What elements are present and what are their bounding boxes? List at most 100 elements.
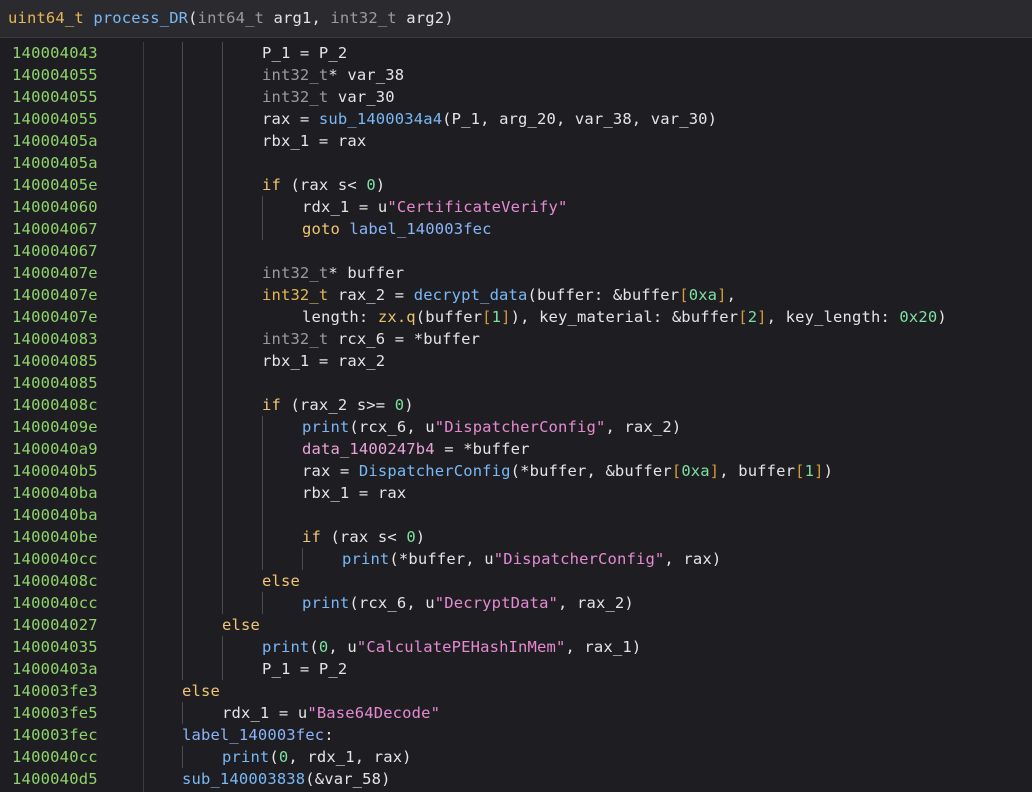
line-address[interactable]: 14000405a: [12, 130, 98, 152]
code-line[interactable]: 140004083 int32_t rcx_6 = *buffer: [0, 328, 1032, 350]
code-line[interactable]: 140003fe3 else: [0, 680, 1032, 702]
line-address[interactable]: 14000408c: [12, 570, 98, 592]
line-address[interactable]: 14000407e: [12, 262, 98, 284]
code-line[interactable]: 1400040ba rbx_1 = rax: [0, 482, 1032, 504]
code-text[interactable]: if (rax_2 s>= 0): [262, 394, 414, 416]
line-address[interactable]: 140003fe5: [12, 702, 98, 724]
code-text[interactable]: rbx_1 = rax_2: [262, 350, 385, 372]
code-line[interactable]: 1400040cc print(rcx_6, u"DecryptData", ra…: [0, 592, 1032, 614]
line-address[interactable]: 14000407e: [12, 284, 98, 306]
code-text[interactable]: int32_t* var_38: [262, 64, 404, 86]
code-line[interactable]: 1400040ba: [0, 504, 1032, 526]
code-line[interactable]: 140004027 else: [0, 614, 1032, 636]
line-address[interactable]: 140004043: [12, 42, 98, 64]
line-address[interactable]: 14000407e: [12, 306, 98, 328]
code-text[interactable]: data_1400247b4 = *buffer: [302, 438, 530, 460]
line-address[interactable]: 140004035: [12, 636, 98, 658]
code-line[interactable]: 140004055 rax = sub_1400034a4(P_1, arg_20…: [0, 108, 1032, 130]
code-text[interactable]: rdx_1 = u"Base64Decode": [222, 702, 440, 724]
line-address[interactable]: 1400040d5: [12, 768, 98, 790]
line-address[interactable]: 14000409e: [12, 416, 98, 438]
line-address[interactable]: 140004083: [12, 328, 98, 350]
code-line[interactable]: 140004085: [0, 372, 1032, 394]
code-text[interactable]: int32_t rax_2 = decrypt_data(buffer: &bu…: [262, 284, 736, 306]
code-text[interactable]: P_1 = P_2: [262, 42, 347, 64]
code-line[interactable]: 14000409e print(rcx_6, u"DispatcherConfig…: [0, 416, 1032, 438]
code-text[interactable]: rbx_1 = rax: [262, 130, 366, 152]
line-address[interactable]: 14000403a: [12, 658, 98, 680]
code-line[interactable]: 14000407e int32_t* buffer: [0, 262, 1032, 284]
code-text[interactable]: P_1 = P_2: [262, 658, 347, 680]
code-line[interactable]: 14000408c if (rax_2 s>= 0): [0, 394, 1032, 416]
line-address[interactable]: 140004027: [12, 614, 98, 636]
line-address[interactable]: 140004085: [12, 372, 98, 394]
line-address[interactable]: 1400040be: [12, 526, 98, 548]
code-text[interactable]: int32_t var_30: [262, 86, 395, 108]
code-line[interactable]: 14000407e length: zx.q(buffer[1]), key_ma…: [0, 306, 1032, 328]
code-line[interactable]: 140004085 rbx_1 = rax_2: [0, 350, 1032, 372]
code-line[interactable]: 140004067 goto label_140003fec: [0, 218, 1032, 240]
code-line[interactable]: 140003fec label_140003fec:: [0, 724, 1032, 746]
line-address[interactable]: 140004055: [12, 108, 98, 130]
code-text[interactable]: int32_t rcx_6 = *buffer: [262, 328, 480, 350]
code-line[interactable]: 1400040cc print(0, rdx_1, rax): [0, 746, 1032, 768]
line-address[interactable]: 140004067: [12, 240, 98, 262]
decompiled-code-view[interactable]: 140004043 P_1 = P_2 140004055 int32_t* var_…: [0, 42, 1032, 792]
code-text[interactable]: rax = sub_1400034a4(P_1, arg_20, var_38,…: [262, 108, 717, 130]
line-address[interactable]: 1400040cc: [12, 548, 98, 570]
code-text[interactable]: rbx_1 = rax: [302, 482, 406, 504]
code-line[interactable]: 140004043 P_1 = P_2: [0, 42, 1032, 64]
code-line[interactable]: 1400040d5 sub_140003838(&var_58): [0, 768, 1032, 790]
code-line[interactable]: 140004060 rdx_1 = u"CertificateVerify": [0, 196, 1032, 218]
line-address[interactable]: 140003fec: [12, 724, 98, 746]
line-address[interactable]: 14000405a: [12, 152, 98, 174]
code-line[interactable]: 140003fe5 rdx_1 = u"Base64Decode": [0, 702, 1032, 724]
code-line[interactable]: 140004055 int32_t* var_38: [0, 64, 1032, 86]
line-address[interactable]: 1400040cc: [12, 746, 98, 768]
code-line[interactable]: 14000407e int32_t rax_2 = decrypt_data(bu…: [0, 284, 1032, 306]
line-address[interactable]: 140004085: [12, 350, 98, 372]
code-text[interactable]: goto label_140003fec: [302, 218, 492, 240]
code-line[interactable]: 140004035 print(0, u"CalculatePEHashInMem…: [0, 636, 1032, 658]
code-line[interactable]: 140004055 int32_t var_30: [0, 86, 1032, 108]
line-address[interactable]: 140004060: [12, 196, 98, 218]
code-text[interactable]: if (rax s< 0): [262, 174, 385, 196]
code-line[interactable]: 1400040cc print(*buffer, u"DispatcherConf…: [0, 548, 1032, 570]
code-line[interactable]: 1400040b5 rax = DispatcherConfig(*buffer,…: [0, 460, 1032, 482]
code-text[interactable]: print(0, rdx_1, rax): [222, 746, 412, 768]
code-text[interactable]: length: zx.q(buffer[1]), key_material: &…: [302, 306, 947, 328]
code-line[interactable]: 1400040a9 data_1400247b4 = *buffer: [0, 438, 1032, 460]
code-text[interactable]: label_140003fec:: [182, 724, 334, 746]
code-text[interactable]: rdx_1 = u"CertificateVerify": [302, 196, 568, 218]
line-address[interactable]: 140004067: [12, 218, 98, 240]
code-line[interactable]: 1400040be if (rax s< 0): [0, 526, 1032, 548]
code-token: print: [302, 594, 350, 612]
line-address[interactable]: 1400040ba: [12, 504, 98, 526]
code-text[interactable]: else: [262, 570, 300, 592]
line-address[interactable]: 140004055: [12, 86, 98, 108]
line-address[interactable]: 14000405e: [12, 174, 98, 196]
code-line[interactable]: 14000405a: [0, 152, 1032, 174]
code-line[interactable]: 14000403a P_1 = P_2: [0, 658, 1032, 680]
code-text[interactable]: print(rcx_6, u"DispatcherConfig", rax_2): [302, 416, 681, 438]
line-address[interactable]: 140003fe3: [12, 680, 98, 702]
code-line[interactable]: 14000405e if (rax s< 0): [0, 174, 1032, 196]
code-text[interactable]: print(0, u"CalculatePEHashInMem", rax_1): [262, 636, 641, 658]
line-address[interactable]: 14000408c: [12, 394, 98, 416]
line-address[interactable]: 1400040ba: [12, 482, 98, 504]
code-line[interactable]: 14000405a rbx_1 = rax: [0, 130, 1032, 152]
code-text[interactable]: if (rax s< 0): [302, 526, 425, 548]
line-address[interactable]: 140004055: [12, 64, 98, 86]
code-text[interactable]: rax = DispatcherConfig(*buffer, &buffer[…: [302, 460, 833, 482]
line-address[interactable]: 1400040a9: [12, 438, 98, 460]
code-text[interactable]: else: [222, 614, 260, 636]
line-address[interactable]: 1400040b5: [12, 460, 98, 482]
code-text[interactable]: print(*buffer, u"DispatcherConfig", rax): [342, 548, 721, 570]
line-address[interactable]: 1400040cc: [12, 592, 98, 614]
code-text[interactable]: int32_t* buffer: [262, 262, 404, 284]
code-text[interactable]: sub_140003838(&var_58): [182, 768, 391, 790]
code-line[interactable]: 140004067: [0, 240, 1032, 262]
code-line[interactable]: 14000408c else: [0, 570, 1032, 592]
code-text[interactable]: print(rcx_6, u"DecryptData", rax_2): [302, 592, 634, 614]
code-text[interactable]: else: [182, 680, 220, 702]
